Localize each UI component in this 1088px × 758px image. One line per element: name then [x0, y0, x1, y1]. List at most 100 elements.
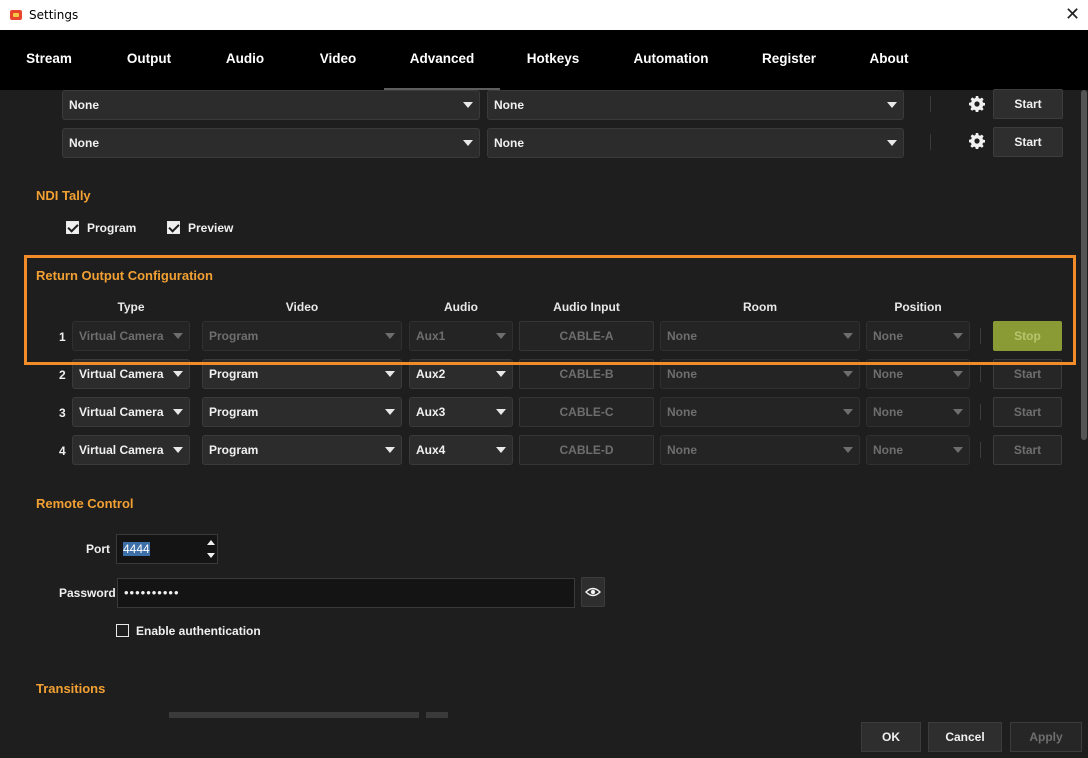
tab-automation[interactable]: Automation — [626, 30, 716, 90]
enable-authentication-checkbox[interactable] — [116, 624, 129, 637]
ndi-tally-heading: NDI Tally — [36, 188, 91, 203]
chevron-down-icon — [385, 371, 395, 377]
tab-register[interactable]: Register — [756, 30, 822, 90]
program-checkbox[interactable] — [66, 221, 79, 234]
row-3-audio-input-field[interactable]: CABLE-C — [519, 397, 654, 427]
row-2-start-button[interactable]: Start — [993, 359, 1062, 389]
port-value: 4444 — [123, 542, 150, 556]
divider — [930, 134, 931, 150]
row-4-room-select[interactable]: None — [660, 435, 860, 465]
tab-stream[interactable]: Stream — [18, 30, 80, 90]
chevron-down-icon — [463, 140, 473, 146]
divider — [980, 366, 981, 382]
chevron-down-icon — [953, 371, 963, 377]
row-4-video-select[interactable]: Program — [202, 435, 402, 465]
tab-output[interactable]: Output — [118, 30, 180, 90]
row-3-room-select[interactable]: None — [660, 397, 860, 427]
top-row-1-start-button[interactable]: Start — [993, 89, 1063, 119]
row-4-start-button[interactable]: Start — [993, 435, 1062, 465]
row-1-audio-input-field[interactable]: CABLE-A — [519, 321, 654, 351]
ok-button[interactable]: OK — [861, 722, 921, 752]
row-3-position-select[interactable]: None — [866, 397, 970, 427]
row-1-stop-button[interactable]: Stop — [993, 321, 1062, 351]
transitions-button-partial[interactable] — [426, 712, 448, 718]
row-1-position-select[interactable]: None — [866, 321, 970, 351]
cancel-button[interactable]: Cancel — [928, 722, 1002, 752]
column-header-audio: Audio — [444, 300, 478, 314]
select-value: None — [667, 367, 697, 381]
top-row-2-start-button[interactable]: Start — [993, 127, 1063, 157]
gear-icon[interactable] — [969, 96, 985, 112]
top-row-2-right-select[interactable]: None — [487, 128, 904, 158]
row-number: 3 — [59, 406, 66, 420]
select-value: Program — [209, 405, 259, 419]
password-input[interactable]: •••••••••• — [117, 578, 575, 608]
chevron-down-icon — [843, 333, 853, 339]
select-value: Aux1 — [416, 329, 446, 343]
gear-icon[interactable] — [969, 133, 985, 149]
select-value: None — [873, 405, 903, 419]
spinner-arrows-icon[interactable] — [205, 535, 217, 563]
remote-control-heading: Remote Control — [36, 496, 134, 511]
preview-checkbox[interactable] — [167, 221, 180, 234]
row-1-audio-select[interactable]: Aux1 — [409, 321, 513, 351]
row-1-video-select[interactable]: Program — [202, 321, 402, 351]
title-bar: Settings ✕ — [0, 0, 1088, 30]
scrollbar-thumb[interactable] — [1081, 90, 1087, 440]
row-1-room-select[interactable]: None — [660, 321, 860, 351]
select-value: None — [69, 98, 99, 112]
row-2-audio-input-field[interactable]: CABLE-B — [519, 359, 654, 389]
preview-checkbox-label: Preview — [188, 221, 234, 235]
divider — [980, 328, 981, 344]
show-password-button[interactable] — [581, 577, 605, 607]
row-2-audio-select[interactable]: Aux2 — [409, 359, 513, 389]
chevron-down-icon — [385, 409, 395, 415]
scrollbar[interactable] — [1080, 90, 1088, 722]
row-4-audio-select[interactable]: Aux4 — [409, 435, 513, 465]
row-number: 4 — [59, 444, 66, 458]
select-value: None — [873, 367, 903, 381]
chevron-down-icon — [173, 371, 183, 377]
row-3-video-select[interactable]: Program — [202, 397, 402, 427]
row-3-type-select[interactable]: Virtual Camera — [72, 397, 190, 427]
chevron-down-icon — [953, 409, 963, 415]
column-header-position: Position — [894, 300, 942, 314]
port-input[interactable]: 4444 — [116, 534, 218, 564]
row-3-start-button[interactable]: Start — [993, 397, 1062, 427]
row-2-type-select[interactable]: Virtual Camera — [72, 359, 190, 389]
row-2-position-select[interactable]: None — [866, 359, 970, 389]
row-3-audio-select[interactable]: Aux3 — [409, 397, 513, 427]
row-4-position-select[interactable]: None — [866, 435, 970, 465]
chevron-down-icon — [843, 371, 853, 377]
row-4-type-select[interactable]: Virtual Camera — [72, 435, 190, 465]
row-2-video-select[interactable]: Program — [202, 359, 402, 389]
select-value: Program — [209, 367, 259, 381]
select-value: Aux2 — [416, 367, 446, 381]
chevron-down-icon — [953, 333, 963, 339]
tab-about[interactable]: About — [862, 30, 916, 90]
tab-video[interactable]: Video — [308, 30, 368, 90]
select-value: Virtual Camera — [79, 367, 164, 381]
select-value: None — [494, 136, 524, 150]
row-1-type-select[interactable]: Virtual Camera — [72, 321, 190, 351]
divider — [980, 404, 981, 420]
port-label: Port — [86, 542, 110, 556]
close-icon[interactable]: ✕ — [1065, 5, 1080, 23]
transitions-heading: Transitions — [36, 681, 106, 696]
column-header-audio-input: Audio Input — [553, 300, 620, 314]
transitions-select-partial[interactable] — [169, 712, 419, 718]
top-row-2-left-select[interactable]: None — [62, 128, 480, 158]
tab-hotkeys[interactable]: Hotkeys — [520, 30, 586, 90]
chevron-down-icon — [463, 102, 473, 108]
top-row-1-left-select[interactable]: None — [62, 90, 480, 120]
chevron-down-icon — [173, 333, 183, 339]
tab-audio[interactable]: Audio — [215, 30, 275, 90]
top-row-1-right-select[interactable]: None — [487, 90, 904, 120]
apply-button[interactable]: Apply — [1010, 722, 1082, 752]
tab-bar: Stream Output Audio Video Advanced Hotke… — [0, 30, 1088, 90]
select-value: Virtual Camera — [79, 443, 164, 457]
row-2-room-select[interactable]: None — [660, 359, 860, 389]
row-4-audio-input-field[interactable]: CABLE-D — [519, 435, 654, 465]
app-logo-icon — [10, 10, 22, 20]
tab-advanced[interactable]: Advanced — [384, 30, 500, 90]
